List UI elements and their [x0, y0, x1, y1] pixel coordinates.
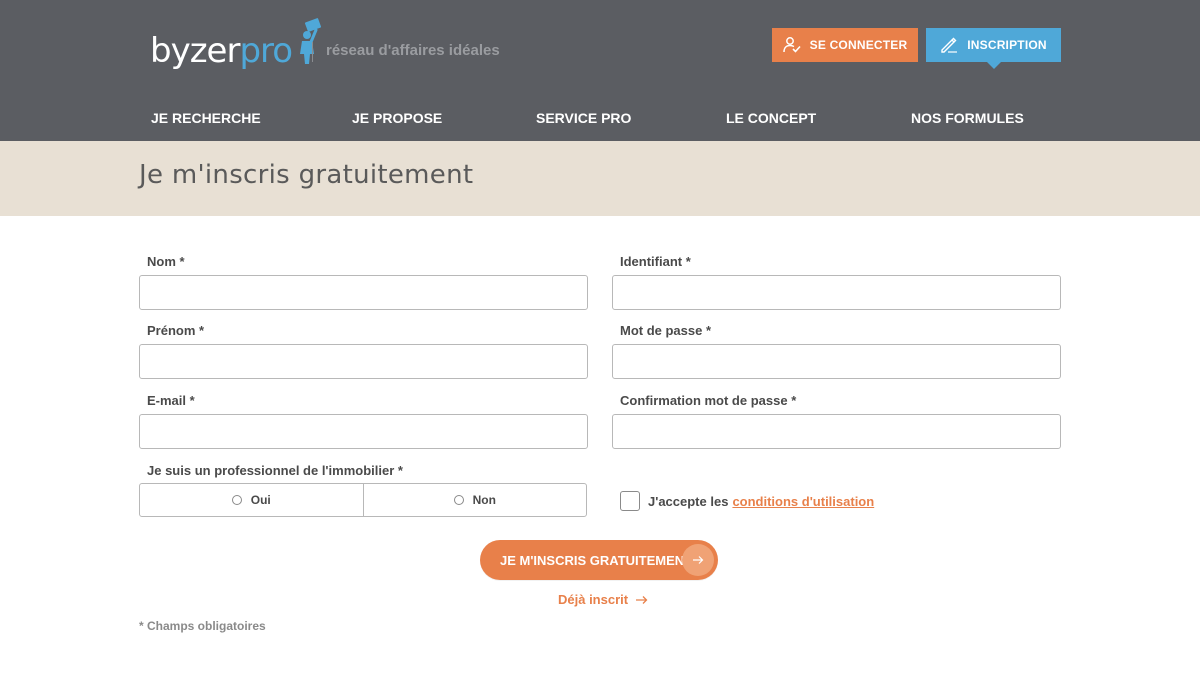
- arrow-right-icon: [636, 595, 648, 604]
- radio-circle-icon[interactable]: [231, 495, 242, 505]
- radio-circle-icon[interactable]: [453, 495, 464, 505]
- logo-figure-icon: [300, 18, 322, 64]
- nav-item-je-propose[interactable]: JE PROPOSE: [352, 110, 442, 126]
- password-input[interactable]: [612, 344, 1061, 379]
- active-indicator: [986, 61, 1002, 69]
- radio-option-label: Oui: [250, 493, 271, 507]
- email-label: E-mail *: [147, 393, 195, 408]
- terms-row: J'accepte les conditions d'utilisation: [620, 491, 874, 511]
- radio-option-oui[interactable]: Oui: [140, 484, 363, 516]
- submit-button[interactable]: JE M'INSCRIS GRATUITEMENT: [480, 540, 718, 580]
- site-header: byzerpro réseau d'affaires idéales SE CO…: [0, 0, 1200, 141]
- terms-text: J'accepte les: [648, 493, 729, 509]
- nom-input[interactable]: [139, 275, 588, 310]
- prenom-input[interactable]: [139, 344, 588, 379]
- identifiant-input[interactable]: [612, 275, 1061, 310]
- radio-option-label: Non: [472, 493, 496, 507]
- already-registered-label: Déjà inscrit: [558, 592, 629, 607]
- nom-label: Nom *: [147, 254, 185, 269]
- radio-option-non[interactable]: Non: [362, 484, 587, 516]
- password-confirm-input[interactable]: [612, 414, 1061, 449]
- prenom-label: Prénom *: [147, 323, 205, 338]
- submit-button-label: JE M'INSCRIS GRATUITEMENT: [500, 552, 693, 568]
- register-button-label: INSCRIPTION: [967, 38, 1047, 52]
- register-button[interactable]: INSCRIPTION: [926, 28, 1061, 69]
- terms-checkbox[interactable]: [620, 491, 640, 511]
- pencil-icon: [941, 37, 958, 53]
- nav-item-service-pro[interactable]: SERVICE PRO: [536, 110, 631, 126]
- email-input[interactable]: [139, 414, 588, 449]
- identifiant-label: Identifiant *: [620, 254, 691, 269]
- password-label: Mot de passe *: [620, 323, 712, 338]
- page-title: Je m'inscris gratuitement: [139, 160, 474, 190]
- user-check-icon: [782, 37, 801, 53]
- nav-item-le-concept[interactable]: LE CONCEPT: [726, 110, 816, 126]
- professional-label: Je suis un professionnel de l'immobilier…: [147, 463, 403, 478]
- nav-item-je-recherche[interactable]: JE RECHERCHE: [151, 110, 261, 126]
- nav-item-nos-formules[interactable]: NOS FORMULES: [911, 110, 1024, 126]
- login-button-label: SE CONNECTER: [809, 38, 908, 52]
- password-confirm-label: Confirmation mot de passe *: [620, 393, 797, 408]
- login-button[interactable]: SE CONNECTER: [772, 28, 918, 62]
- arrow-right-icon: [682, 544, 714, 576]
- professional-radio-group: Oui Non: [139, 483, 587, 517]
- terms-link[interactable]: conditions d'utilisation: [732, 494, 874, 509]
- tagline: réseau d'affaires idéales: [326, 42, 500, 59]
- mandatory-fields-note: * Champs obligatoires: [139, 619, 266, 633]
- already-registered-link[interactable]: Déjà inscrit: [558, 592, 648, 607]
- logo[interactable]: byzerpro: [150, 14, 324, 68]
- main-nav: JE RECHERCHE JE PROPOSE SERVICE PRO LE C…: [0, 110, 1200, 130]
- logo-divider: [312, 42, 313, 62]
- logo-text: byzerpro: [150, 31, 293, 71]
